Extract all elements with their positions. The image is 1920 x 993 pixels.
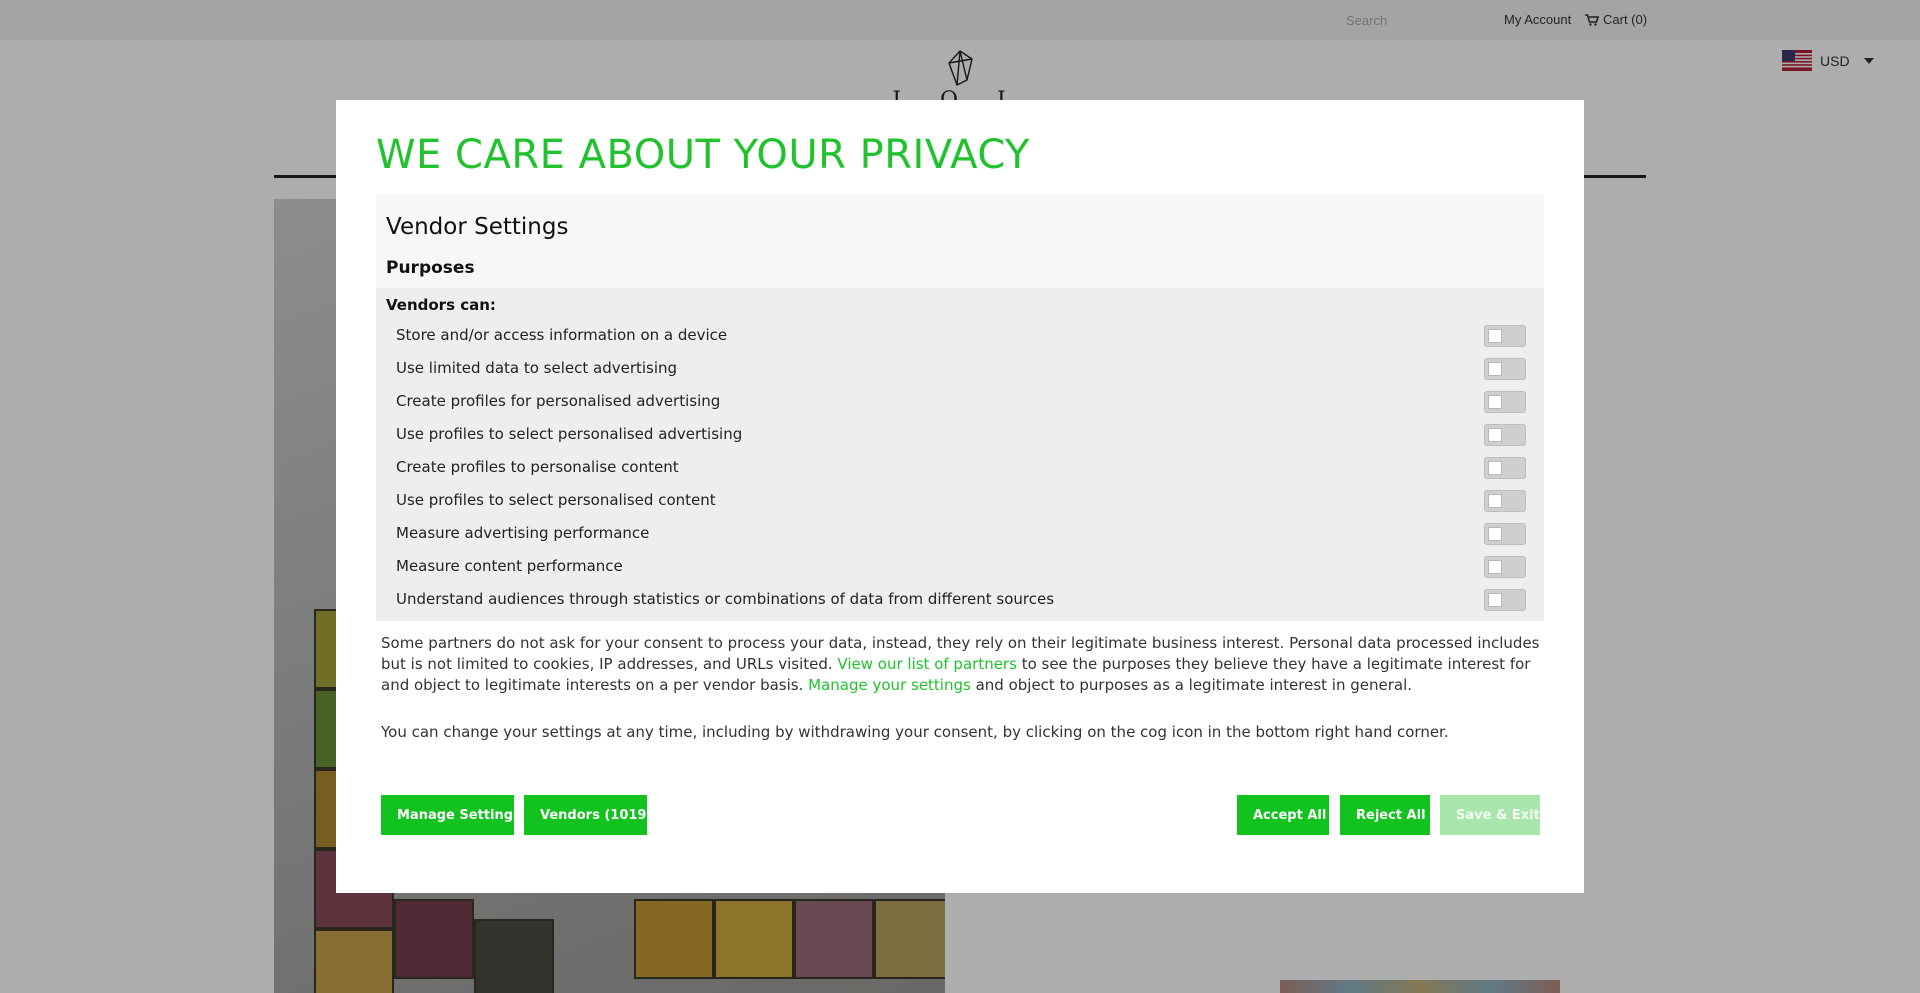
purpose-label: Measure advertising performance [396, 523, 650, 542]
purposes-heading: Purposes [386, 258, 475, 278]
purpose-toggle[interactable] [1484, 490, 1526, 512]
vendor-settings-panel: Vendor Settings Purposes Vendors can: St… [376, 194, 1544, 621]
toggle-knob [1488, 527, 1502, 541]
settings-note: You can change your settings at any time… [381, 723, 1449, 741]
purpose-toggle[interactable] [1484, 391, 1526, 413]
vendors-can-label: Vendors can: [386, 296, 496, 314]
purpose-toggle[interactable] [1484, 556, 1526, 578]
purpose-label: Use profiles to select personalised adve… [396, 424, 743, 443]
purpose-row: Create profiles to personalise content [376, 450, 1544, 483]
purpose-toggle[interactable] [1484, 457, 1526, 479]
purpose-row: Measure advertising performance [376, 516, 1544, 549]
manage-settings-button[interactable]: Manage Settings [381, 795, 521, 835]
purposes-list-container: Vendors can: Store and/or access informa… [376, 288, 1544, 621]
purpose-row: Use profiles to select personalised adve… [376, 417, 1544, 450]
purpose-toggle[interactable] [1484, 523, 1526, 545]
purpose-label: Create profiles to personalise content [396, 457, 679, 476]
save-exit-button[interactable]: Save & Exit [1440, 795, 1540, 835]
purpose-row: Measure content performance [376, 549, 1544, 582]
purpose-label: Create profiles for personalised adverti… [396, 391, 721, 410]
toggle-knob [1488, 395, 1502, 409]
purpose-label: Measure content performance [396, 556, 623, 575]
purpose-toggle[interactable] [1484, 358, 1526, 380]
accept-all-button[interactable]: Accept All [1237, 795, 1329, 835]
purpose-row: Create profiles for personalised adverti… [376, 384, 1544, 417]
purpose-label: Use profiles to select personalised cont… [396, 490, 716, 509]
toggle-knob [1488, 329, 1502, 343]
purpose-row: Use profiles to select personalised cont… [376, 483, 1544, 516]
toggle-knob [1488, 494, 1502, 508]
partners-list-link[interactable]: View our list of partners [837, 655, 1017, 673]
manage-settings-link[interactable]: Manage your settings [808, 676, 971, 694]
purpose-label: Use limited data to select advertising [396, 358, 678, 377]
purpose-row: Understand audiences through statistics … [376, 582, 1544, 615]
privacy-modal: WE CARE ABOUT YOUR PRIVACY Vendor Settin… [336, 100, 1584, 893]
purpose-toggle[interactable] [1484, 325, 1526, 347]
toggle-knob [1488, 593, 1502, 607]
toggle-knob [1488, 362, 1502, 376]
panel-heading: Vendor Settings [386, 214, 569, 240]
purpose-label: Store and/or access information on a dev… [396, 325, 728, 344]
toggle-knob [1488, 428, 1502, 442]
purpose-label: Understand audiences through statistics … [396, 589, 1055, 608]
purpose-toggle[interactable] [1484, 424, 1526, 446]
purpose-row: Store and/or access information on a dev… [376, 318, 1544, 351]
reject-all-button[interactable]: Reject All [1340, 795, 1430, 835]
purpose-row: Use limited data to select advertising [376, 351, 1544, 384]
purpose-list: Store and/or access information on a dev… [376, 318, 1544, 615]
toggle-knob [1488, 461, 1502, 475]
modal-title: WE CARE ABOUT YOUR PRIVACY [376, 132, 1030, 178]
purpose-toggle[interactable] [1484, 589, 1526, 611]
toggle-knob [1488, 560, 1502, 574]
legit-text-part: and object to purposes as a legitimate i… [970, 676, 1413, 694]
legitimate-interest-text: Some partners do not ask for your consen… [381, 633, 1541, 696]
vendors-button[interactable]: Vendors (1019) [524, 795, 652, 835]
